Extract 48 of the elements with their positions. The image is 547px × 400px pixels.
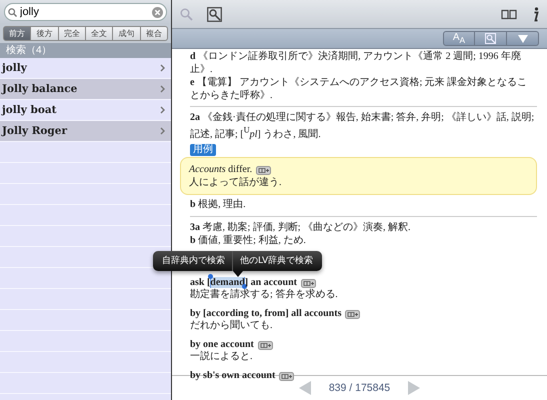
book-icon[interactable] xyxy=(501,8,517,20)
search-in-page-icon[interactable] xyxy=(207,6,222,22)
clear-icon[interactable] xyxy=(152,6,163,18)
magnifier-icon xyxy=(485,33,496,44)
add-to-wordbook-icon[interactable] xyxy=(258,340,273,350)
sense-text: e 【電算】 アカウント《システムへのアクセス資格; 元来 課金対象となることからきた呼称》. xyxy=(190,77,528,102)
sense-text: b 価値, 重要性; 利益, ため. xyxy=(190,235,307,248)
example-label: 用例 xyxy=(190,144,216,156)
triangle-down-icon xyxy=(518,34,528,42)
chevron-icon xyxy=(160,106,165,114)
filter-tab[interactable]: 前方 xyxy=(3,26,32,41)
phrase-translation: 一説によると. xyxy=(190,351,254,364)
phrase-text: by sb's own account xyxy=(190,370,276,382)
filter-tab[interactable]: 完全 xyxy=(58,26,86,41)
filter-tab[interactable]: 複合 xyxy=(140,26,168,41)
phrase-text: ask [demand] an account xyxy=(190,276,297,290)
add-to-wordbook-icon[interactable] xyxy=(279,372,294,381)
zoom-button[interactable] xyxy=(475,31,507,46)
page-counter: 839 / 175845 xyxy=(328,382,390,394)
chevron-icon xyxy=(160,127,165,135)
filter-tab[interactable]: 成句 xyxy=(113,26,141,41)
phrase-text: by one account xyxy=(190,338,254,350)
selection-handle[interactable] xyxy=(242,284,247,289)
sense-text: 2a 《金銭·責任の処理に関する》報告, 始末書; 答弁, 弁明; 《詳しい》話, 説明; 記述, 記事; [$^{U}$pl] うわさ, 風聞. xyxy=(190,112,536,142)
menu-button[interactable] xyxy=(507,31,539,46)
filter-tab[interactable]: 全文 xyxy=(86,26,114,41)
pointer-icon xyxy=(232,270,243,277)
phrase-translation: 勘定書を請求する; 答弁を求める. xyxy=(190,289,339,302)
results-header: 検索（4） xyxy=(0,43,171,58)
chevron-icon xyxy=(160,64,165,72)
chevron-icon xyxy=(160,85,165,93)
search-icon xyxy=(8,8,17,16)
sense-text: d 《ロンドン証券取引所で》決済期間, アカウント《通常 2 週間; 1996 年廃止》. xyxy=(190,51,522,76)
add-to-wordbook-icon[interactable] xyxy=(345,310,360,319)
example-japanese: 人によって話が違う. xyxy=(189,176,282,190)
add-to-wordbook-icon[interactable] xyxy=(300,278,316,288)
context-menu-item[interactable]: 自辞典内で検索 xyxy=(155,250,232,271)
example-english: Accounts differ. xyxy=(189,164,252,176)
filter-tab[interactable]: 後方 xyxy=(31,26,59,41)
result-row[interactable]: Jolly balance xyxy=(0,79,171,100)
result-row[interactable]: Jolly Roger xyxy=(0,121,171,142)
sense-text: b 根拠, 理由. xyxy=(190,199,247,212)
phrase-text: by [according to, from] all accounts xyxy=(190,308,342,320)
search-box[interactable]: jolly xyxy=(4,3,167,21)
phrase-translation: だれから聞いても. xyxy=(190,320,274,333)
selection-handle[interactable] xyxy=(208,274,214,279)
sense-text: 3a 考慮, 勘案; 評価, 判断; 《曲などの》演奏, 解釈. xyxy=(190,222,412,234)
add-to-wordbook-icon[interactable] xyxy=(256,166,272,176)
